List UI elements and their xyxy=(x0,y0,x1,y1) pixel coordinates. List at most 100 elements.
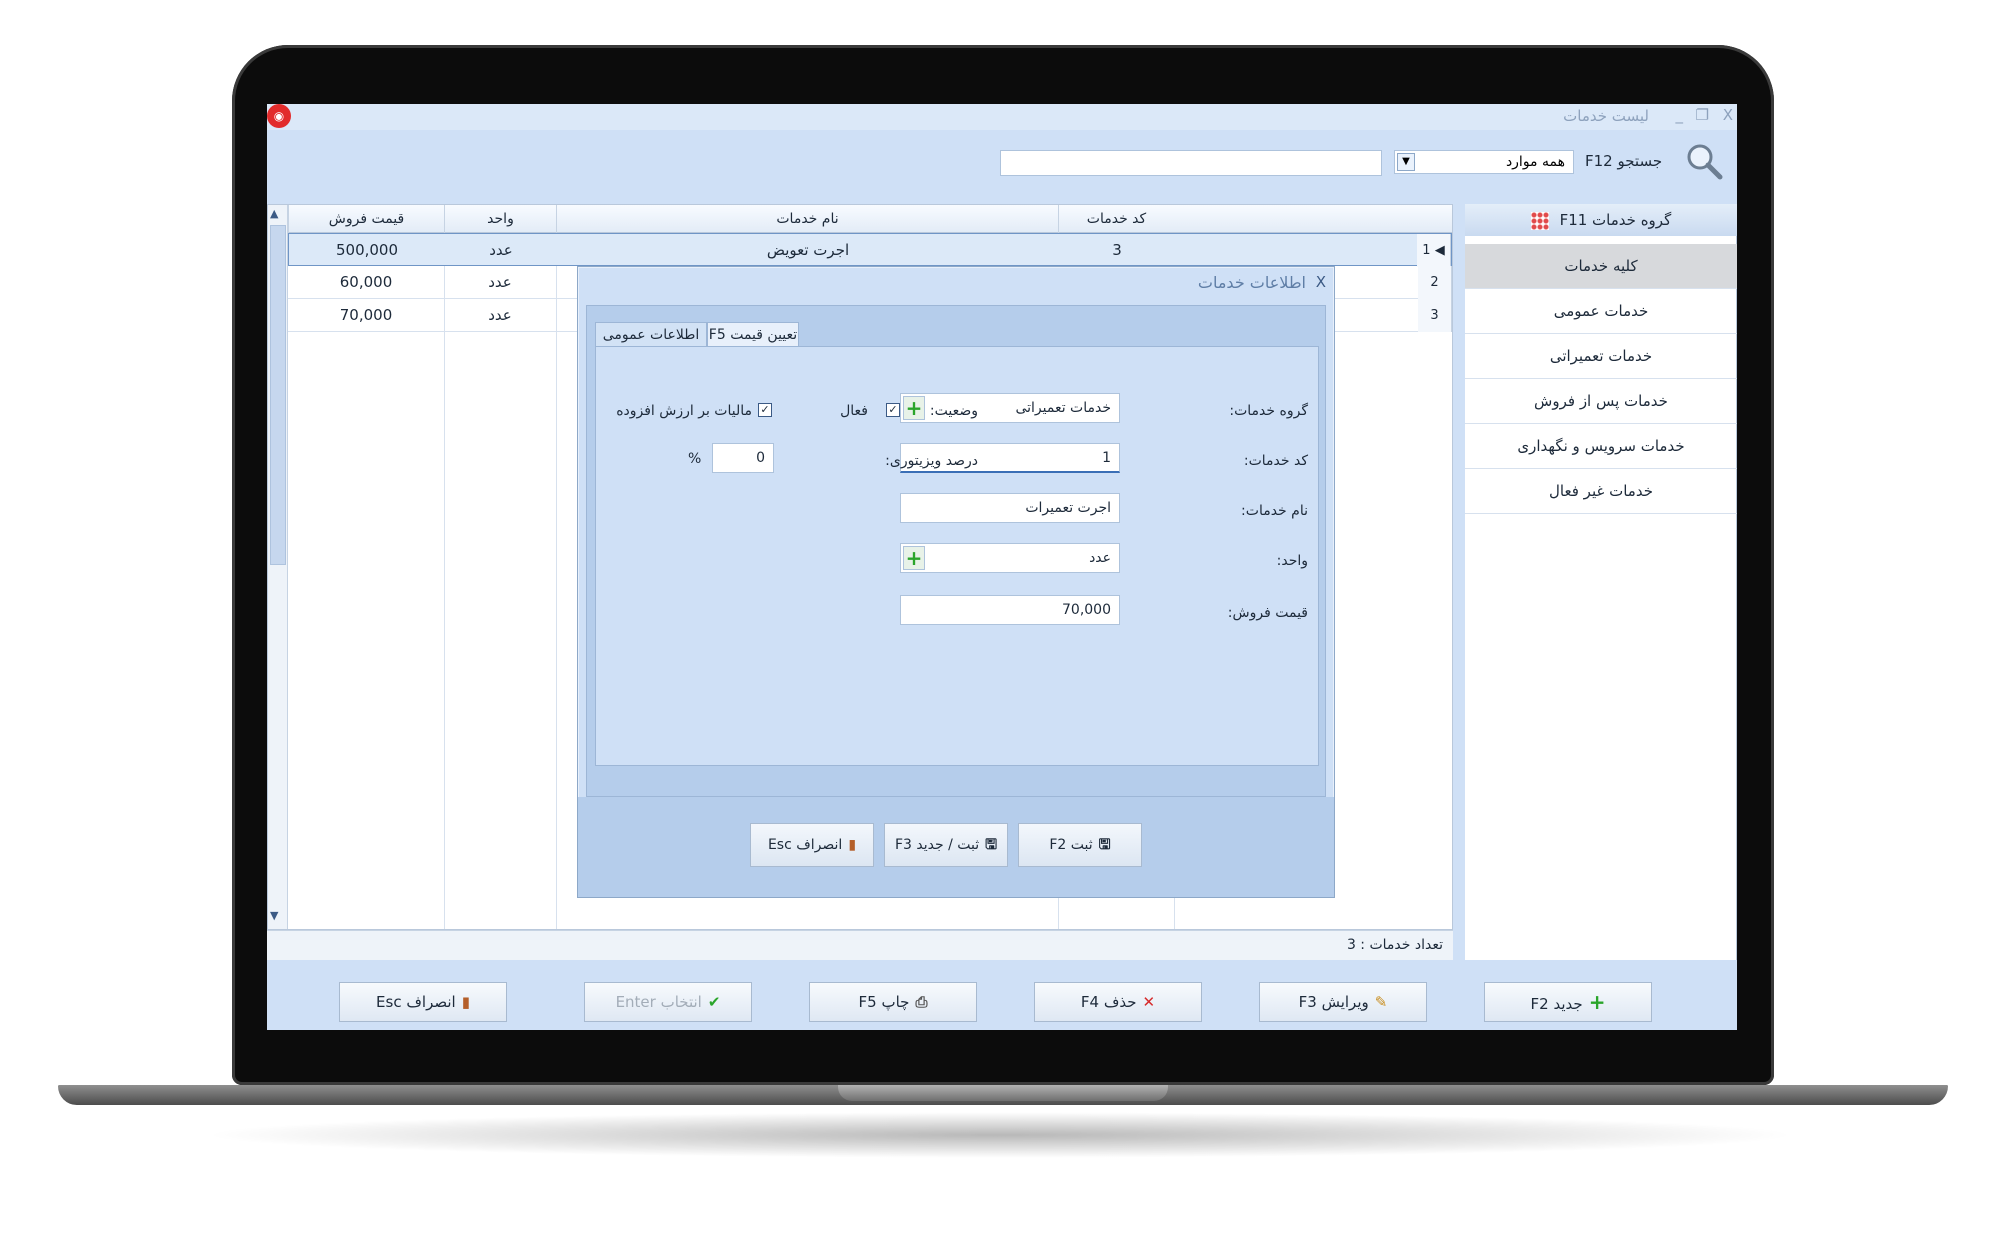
cell-unit: عدد xyxy=(488,273,512,291)
new-label: جدید F2 xyxy=(1530,995,1583,1013)
delete-button[interactable]: ✕ حذف F4 xyxy=(1034,982,1202,1022)
add-group-icon[interactable]: + xyxy=(903,396,925,420)
search-input[interactable] xyxy=(1000,150,1382,176)
chevron-down-icon[interactable]: ▼ xyxy=(1397,153,1415,171)
dialog-footer: 🖫 ثبت F2 🖫 ثبت / جدید F3 ▮ انصراف Esc xyxy=(578,797,1334,897)
status-label: وضعیت: xyxy=(929,403,978,419)
table-footer: تعداد خدمات : 3 xyxy=(267,930,1453,960)
dialog-close-button[interactable]: X xyxy=(1316,273,1326,291)
unit-field[interactable]: عدد + xyxy=(900,543,1120,573)
table-scrollbar[interactable]: ▲ ▼ xyxy=(268,205,288,929)
visitor-percent-field[interactable]: 0 xyxy=(712,443,774,473)
cancel-label: انصراف Esc xyxy=(767,837,843,853)
dialog-body: اطلاعات عمومی F4 تعیین قیمت F5 گروه خدما… xyxy=(586,305,1326,797)
minimize-window-button[interactable]: _ xyxy=(1676,106,1684,124)
scroll-up-icon[interactable]: ▲ xyxy=(270,207,278,220)
printer-icon: ⎙ xyxy=(915,993,928,1011)
cell-unit: عدد xyxy=(488,306,512,324)
column-header-name[interactable]: نام خدمات xyxy=(556,205,1058,233)
column-divider xyxy=(556,233,557,929)
sidebar-item-inactive[interactable]: خدمات غیر فعال xyxy=(1465,469,1737,514)
column-divider xyxy=(444,233,445,929)
cell-name: اجرت تعویض xyxy=(766,241,850,259)
checkmark-icon: ✔ xyxy=(707,993,721,1011)
search-icon[interactable] xyxy=(1685,142,1723,180)
sidebar-item-general[interactable]: خدمات عمومی xyxy=(1465,289,1737,334)
search-scope-select[interactable]: همه موارد ▼ xyxy=(1394,150,1574,174)
tab-pricing[interactable]: تعیین قیمت F5 xyxy=(707,322,799,346)
select-button[interactable]: ✔ انتخاب Enter xyxy=(584,982,752,1022)
scroll-down-icon[interactable]: ▼ xyxy=(270,909,278,922)
edit-button[interactable]: ✎ ویرایش F3 xyxy=(1259,982,1427,1022)
percent-sign: % xyxy=(688,451,702,467)
sidebar-item-maintenance[interactable]: خدمات سرویس و نگهداری xyxy=(1465,424,1737,469)
service-groups-panel: گروه خدمات F11 کلیه خدمات خدمات عمومی خد… xyxy=(1465,204,1737,960)
sidebar-item-repair[interactable]: خدمات تعمیراتی xyxy=(1465,334,1737,379)
row-number: 2 xyxy=(1418,266,1452,299)
save-new-label: ثبت / جدید F3 xyxy=(894,837,980,853)
column-header-rownum xyxy=(1174,205,1452,233)
laptop-frame: ◉ X ❐ _ لیست خدمات جستجو F12 همه موارد ▼… xyxy=(0,0,2000,1247)
new-button[interactable]: + جدید F2 xyxy=(1484,982,1652,1022)
cell-price: 70,000 xyxy=(339,306,393,324)
cell-price: 60,000 xyxy=(339,273,393,291)
column-header-code[interactable]: کد خدمات xyxy=(1058,205,1174,233)
vat-label: مالیات بر ارزش افزوده xyxy=(616,403,752,419)
grid-dots-icon xyxy=(1530,211,1549,230)
tab-panel-general: گروه خدمات: خدمات تعمیراتی + کد خدمات: 1… xyxy=(595,346,1319,766)
bottom-action-bar: + جدید F2 ✎ ویرایش F3 ✕ حذف F4 ⎙ چاپ F5 ✔ انت… xyxy=(267,960,1737,1030)
tab-general-info[interactable]: اطلاعات عمومی F4 xyxy=(595,322,707,367)
save-new-icon: 🖫 xyxy=(985,837,998,853)
dialog-title: اطلاعات خدمات xyxy=(1197,273,1306,292)
price-label: قیمت فروش: xyxy=(1227,605,1308,621)
price-field[interactable]: 70,000 xyxy=(900,595,1120,625)
unit-value: عدد xyxy=(1089,550,1111,566)
app-logo-icon: ◉ xyxy=(267,104,291,128)
service-groups-title: گروه خدمات F11 xyxy=(1559,211,1672,229)
door-exit-icon: ▮ xyxy=(461,993,470,1011)
sidebar-item-after-sales[interactable]: خدمات پس از فروش xyxy=(1465,379,1737,424)
window-title: لیست خدمات xyxy=(1563,107,1649,125)
group-value: خدمات تعمیراتی xyxy=(1015,400,1111,416)
title-bar: ◉ X ❐ _ لیست خدمات xyxy=(267,104,1737,130)
save-label: ثبت F2 xyxy=(1049,837,1093,853)
search-label: جستجو F12 xyxy=(1585,152,1663,170)
app-window: ◉ X ❐ _ لیست خدمات جستجو F12 همه موارد ▼… xyxy=(267,104,1737,1030)
laptop-shadow xyxy=(200,1112,1800,1158)
vat-checkbox[interactable]: ✓ xyxy=(758,403,772,417)
sidebar-item-all[interactable]: کلیه خدمات xyxy=(1465,244,1737,289)
scroll-thumb[interactable] xyxy=(270,225,286,565)
add-unit-icon[interactable]: + xyxy=(903,546,925,570)
door-exit-icon: ▮ xyxy=(848,837,857,853)
dialog-save-new-button[interactable]: 🖫 ثبت / جدید F3 xyxy=(884,823,1008,867)
code-label: کد خدمات: xyxy=(1243,453,1308,469)
active-checkbox[interactable]: ✓ xyxy=(886,403,900,417)
column-header-price[interactable]: قیمت فروش xyxy=(288,205,444,233)
service-info-dialog: X اطلاعات خدمات اطلاعات عمومی F4 تعیین ق… xyxy=(577,266,1335,898)
print-button[interactable]: ⎙ چاپ F5 xyxy=(809,982,977,1022)
visitor-percent-label: درصد ویزیتوری: xyxy=(885,453,978,469)
dialog-cancel-button[interactable]: ▮ انصراف Esc xyxy=(750,823,874,867)
close-window-button[interactable]: X xyxy=(1723,106,1733,124)
column-header-unit[interactable]: واحد xyxy=(444,205,556,233)
services-count: تعداد خدمات : 3 xyxy=(1346,937,1443,953)
restore-window-button[interactable]: ❐ xyxy=(1696,106,1709,124)
service-groups-header[interactable]: گروه خدمات F11 xyxy=(1465,204,1737,236)
table-header: قیمت فروش واحد نام خدمات کد خدمات xyxy=(288,205,1452,233)
dialog-save-button[interactable]: 🖫 ثبت F2 xyxy=(1018,823,1142,867)
table-row[interactable]: 500,000 عدد اجرت تعویض 3 ◀ 1 xyxy=(288,233,1452,267)
print-label: چاپ F5 xyxy=(858,993,910,1011)
laptop-notch xyxy=(838,1085,1168,1101)
group-label: گروه خدمات: xyxy=(1229,403,1308,419)
cell-unit: عدد xyxy=(489,241,513,259)
delete-x-icon: ✕ xyxy=(1142,993,1156,1011)
row-number: 3 xyxy=(1418,299,1452,332)
name-label: نام خدمات: xyxy=(1241,503,1308,519)
cancel-button[interactable]: ▮ انصراف Esc xyxy=(339,982,507,1022)
plus-icon: + xyxy=(1588,990,1606,1014)
row-number: ◀ 1 xyxy=(1417,234,1451,267)
unit-label: واحد: xyxy=(1276,553,1308,569)
name-field[interactable]: اجرت تعمیرات xyxy=(900,493,1120,523)
cell-price: 500,000 xyxy=(335,241,399,259)
search-toolbar: جستجو F12 همه موارد ▼ xyxy=(267,130,1737,200)
